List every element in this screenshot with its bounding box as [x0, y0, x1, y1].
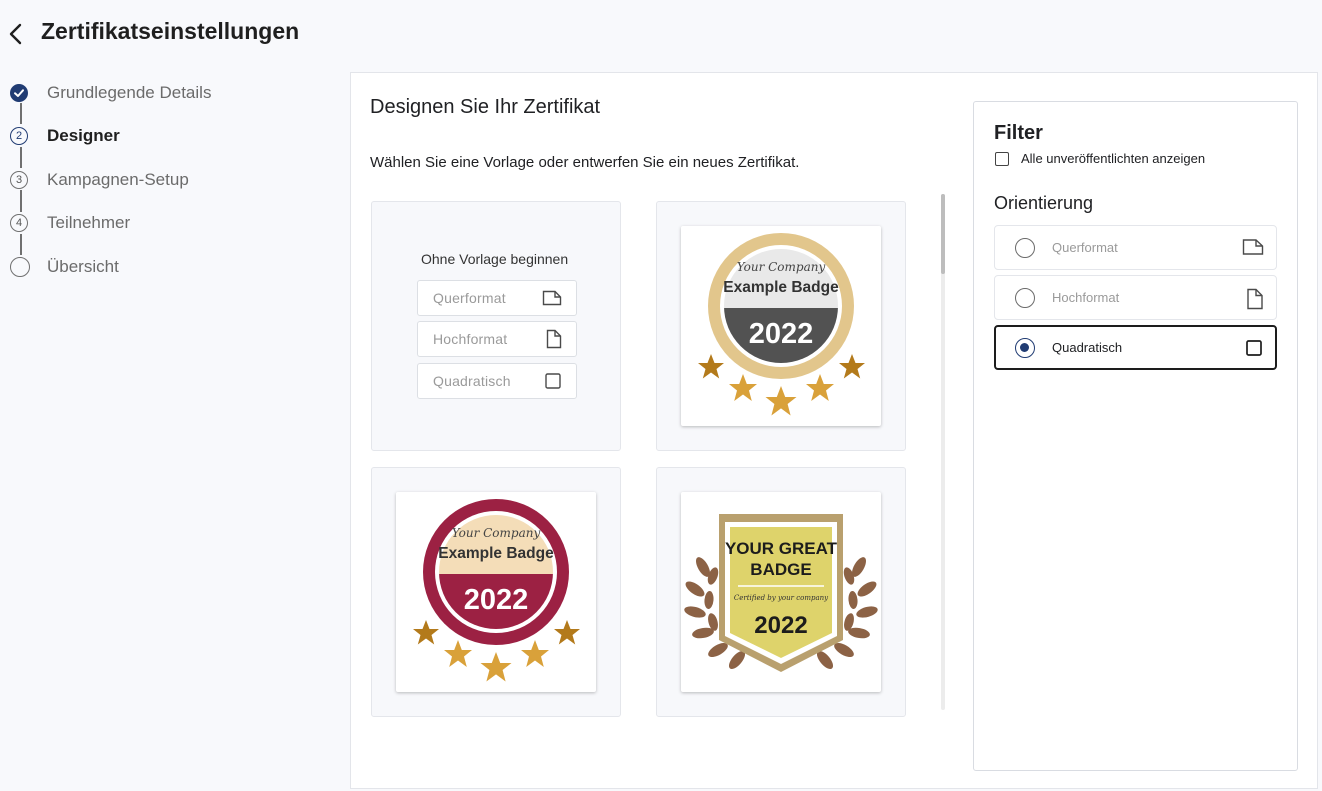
start-landscape-button[interactable]: Querformat: [417, 280, 577, 316]
template-tile-laurel-badge[interactable]: YOUR GREAT BADGE Certified by your compa…: [656, 467, 906, 717]
portrait-page-icon: [1247, 288, 1263, 310]
designer-heading: Designen Sie Ihr Zertifikat: [370, 96, 601, 118]
start-portrait-button[interactable]: Hochformat: [417, 321, 577, 357]
orientation-label: Querformat: [1052, 240, 1118, 255]
option-label: Hochformat: [433, 331, 508, 347]
blank-template-title: Ohne Vorlage beginnen: [421, 251, 569, 267]
step-connector: [20, 147, 22, 168]
progress-stepper: Grundlegende Details 2 Designer 3 Kampag…: [10, 81, 330, 281]
badge-year-text: 2022: [749, 318, 814, 350]
step-label: Teilnehmer: [47, 213, 131, 232]
badge-illustration: Your Company Example Badge 2022: [698, 233, 865, 416]
badge-title-line1: YOUR GREAT: [725, 539, 838, 558]
step-number: 3: [10, 171, 28, 189]
step-teilnehmer[interactable]: 4 Teilnehmer: [10, 211, 130, 235]
show-unpublished-checkbox[interactable]: [995, 152, 1009, 166]
start-square-button[interactable]: Quadratisch: [417, 363, 577, 399]
option-label: Quadratisch: [433, 373, 511, 389]
badge-title-text: Example Badge: [723, 279, 839, 296]
landscape-page-icon: [542, 290, 562, 306]
badge-title-text: Example Badge: [438, 545, 554, 562]
filter-title: Filter: [994, 122, 1043, 144]
step-number: 4: [10, 214, 28, 232]
checkmark-icon: [10, 84, 28, 102]
template-thumbnail: Your Company Example Badge 2022: [681, 226, 881, 426]
step-label: Kampagnen-Setup: [47, 170, 189, 189]
option-label: Querformat: [433, 290, 506, 306]
orientation-option-square[interactable]: Quadratisch: [994, 325, 1277, 370]
orientation-title: Orientierung: [994, 193, 1094, 213]
orientation-option-landscape[interactable]: Querformat: [994, 225, 1277, 270]
step-label: Grundlegende Details: [47, 83, 212, 102]
step-connector: [20, 234, 22, 255]
step-connector: [20, 190, 22, 212]
step-label: Übersicht: [47, 257, 119, 276]
badge-title-line2: BADGE: [750, 560, 811, 579]
badge-company-text: Your Company: [452, 526, 541, 540]
step-uebersicht[interactable]: Übersicht: [10, 255, 119, 279]
radio-button[interactable]: [1015, 288, 1035, 308]
badge-company-text: Your Company: [737, 260, 826, 274]
badge-illustration: Your Company Example Badge 2022: [413, 499, 580, 682]
template-tile-red-badge[interactable]: Your Company Example Badge 2022: [371, 467, 621, 717]
back-button[interactable]: [6, 20, 28, 48]
template-thumbnail: Your Company Example Badge 2022: [396, 492, 596, 692]
step-number: 2: [10, 127, 28, 145]
step-connector: [20, 103, 22, 124]
step-grundlegende-details[interactable]: Grundlegende Details: [10, 81, 211, 105]
badge-year-text: 2022: [754, 612, 807, 639]
template-tile-gold-badge[interactable]: Your Company Example Badge 2022: [656, 201, 906, 451]
step-kampagnen-setup[interactable]: 3 Kampagnen-Setup: [10, 168, 189, 192]
landscape-page-icon: [1242, 239, 1264, 255]
orientation-label: Hochformat: [1052, 290, 1120, 305]
step-label: Designer: [47, 126, 120, 145]
square-page-icon: [1246, 340, 1262, 356]
orientation-option-portrait[interactable]: Hochformat: [994, 275, 1277, 320]
badge-tagline: Certified by your company: [734, 594, 829, 602]
portrait-page-icon: [546, 329, 562, 349]
designer-subheading: Wählen Sie eine Vorlage oder entwerfen S…: [370, 154, 800, 171]
page-title: Zertifikatseinstellungen: [41, 18, 300, 44]
chevron-left-icon: [9, 23, 22, 45]
radio-button-selected[interactable]: [1015, 338, 1035, 358]
blank-template-tile: Ohne Vorlage beginnen Querformat Hochfor…: [371, 201, 621, 451]
radio-button[interactable]: [1015, 238, 1035, 258]
templates-scrollbar-thumb[interactable]: [941, 194, 945, 274]
template-thumbnail: YOUR GREAT BADGE Certified by your compa…: [681, 492, 881, 692]
orientation-label: Quadratisch: [1052, 340, 1123, 355]
step-empty-circle: [10, 257, 30, 277]
badge-year-text: 2022: [464, 584, 529, 616]
step-designer[interactable]: 2 Designer: [10, 124, 120, 148]
show-unpublished-label[interactable]: Alle unveröffentlichten anzeigen: [1021, 151, 1205, 166]
square-page-icon: [545, 373, 561, 389]
badge-illustration: YOUR GREAT BADGE Certified by your compa…: [684, 514, 878, 672]
